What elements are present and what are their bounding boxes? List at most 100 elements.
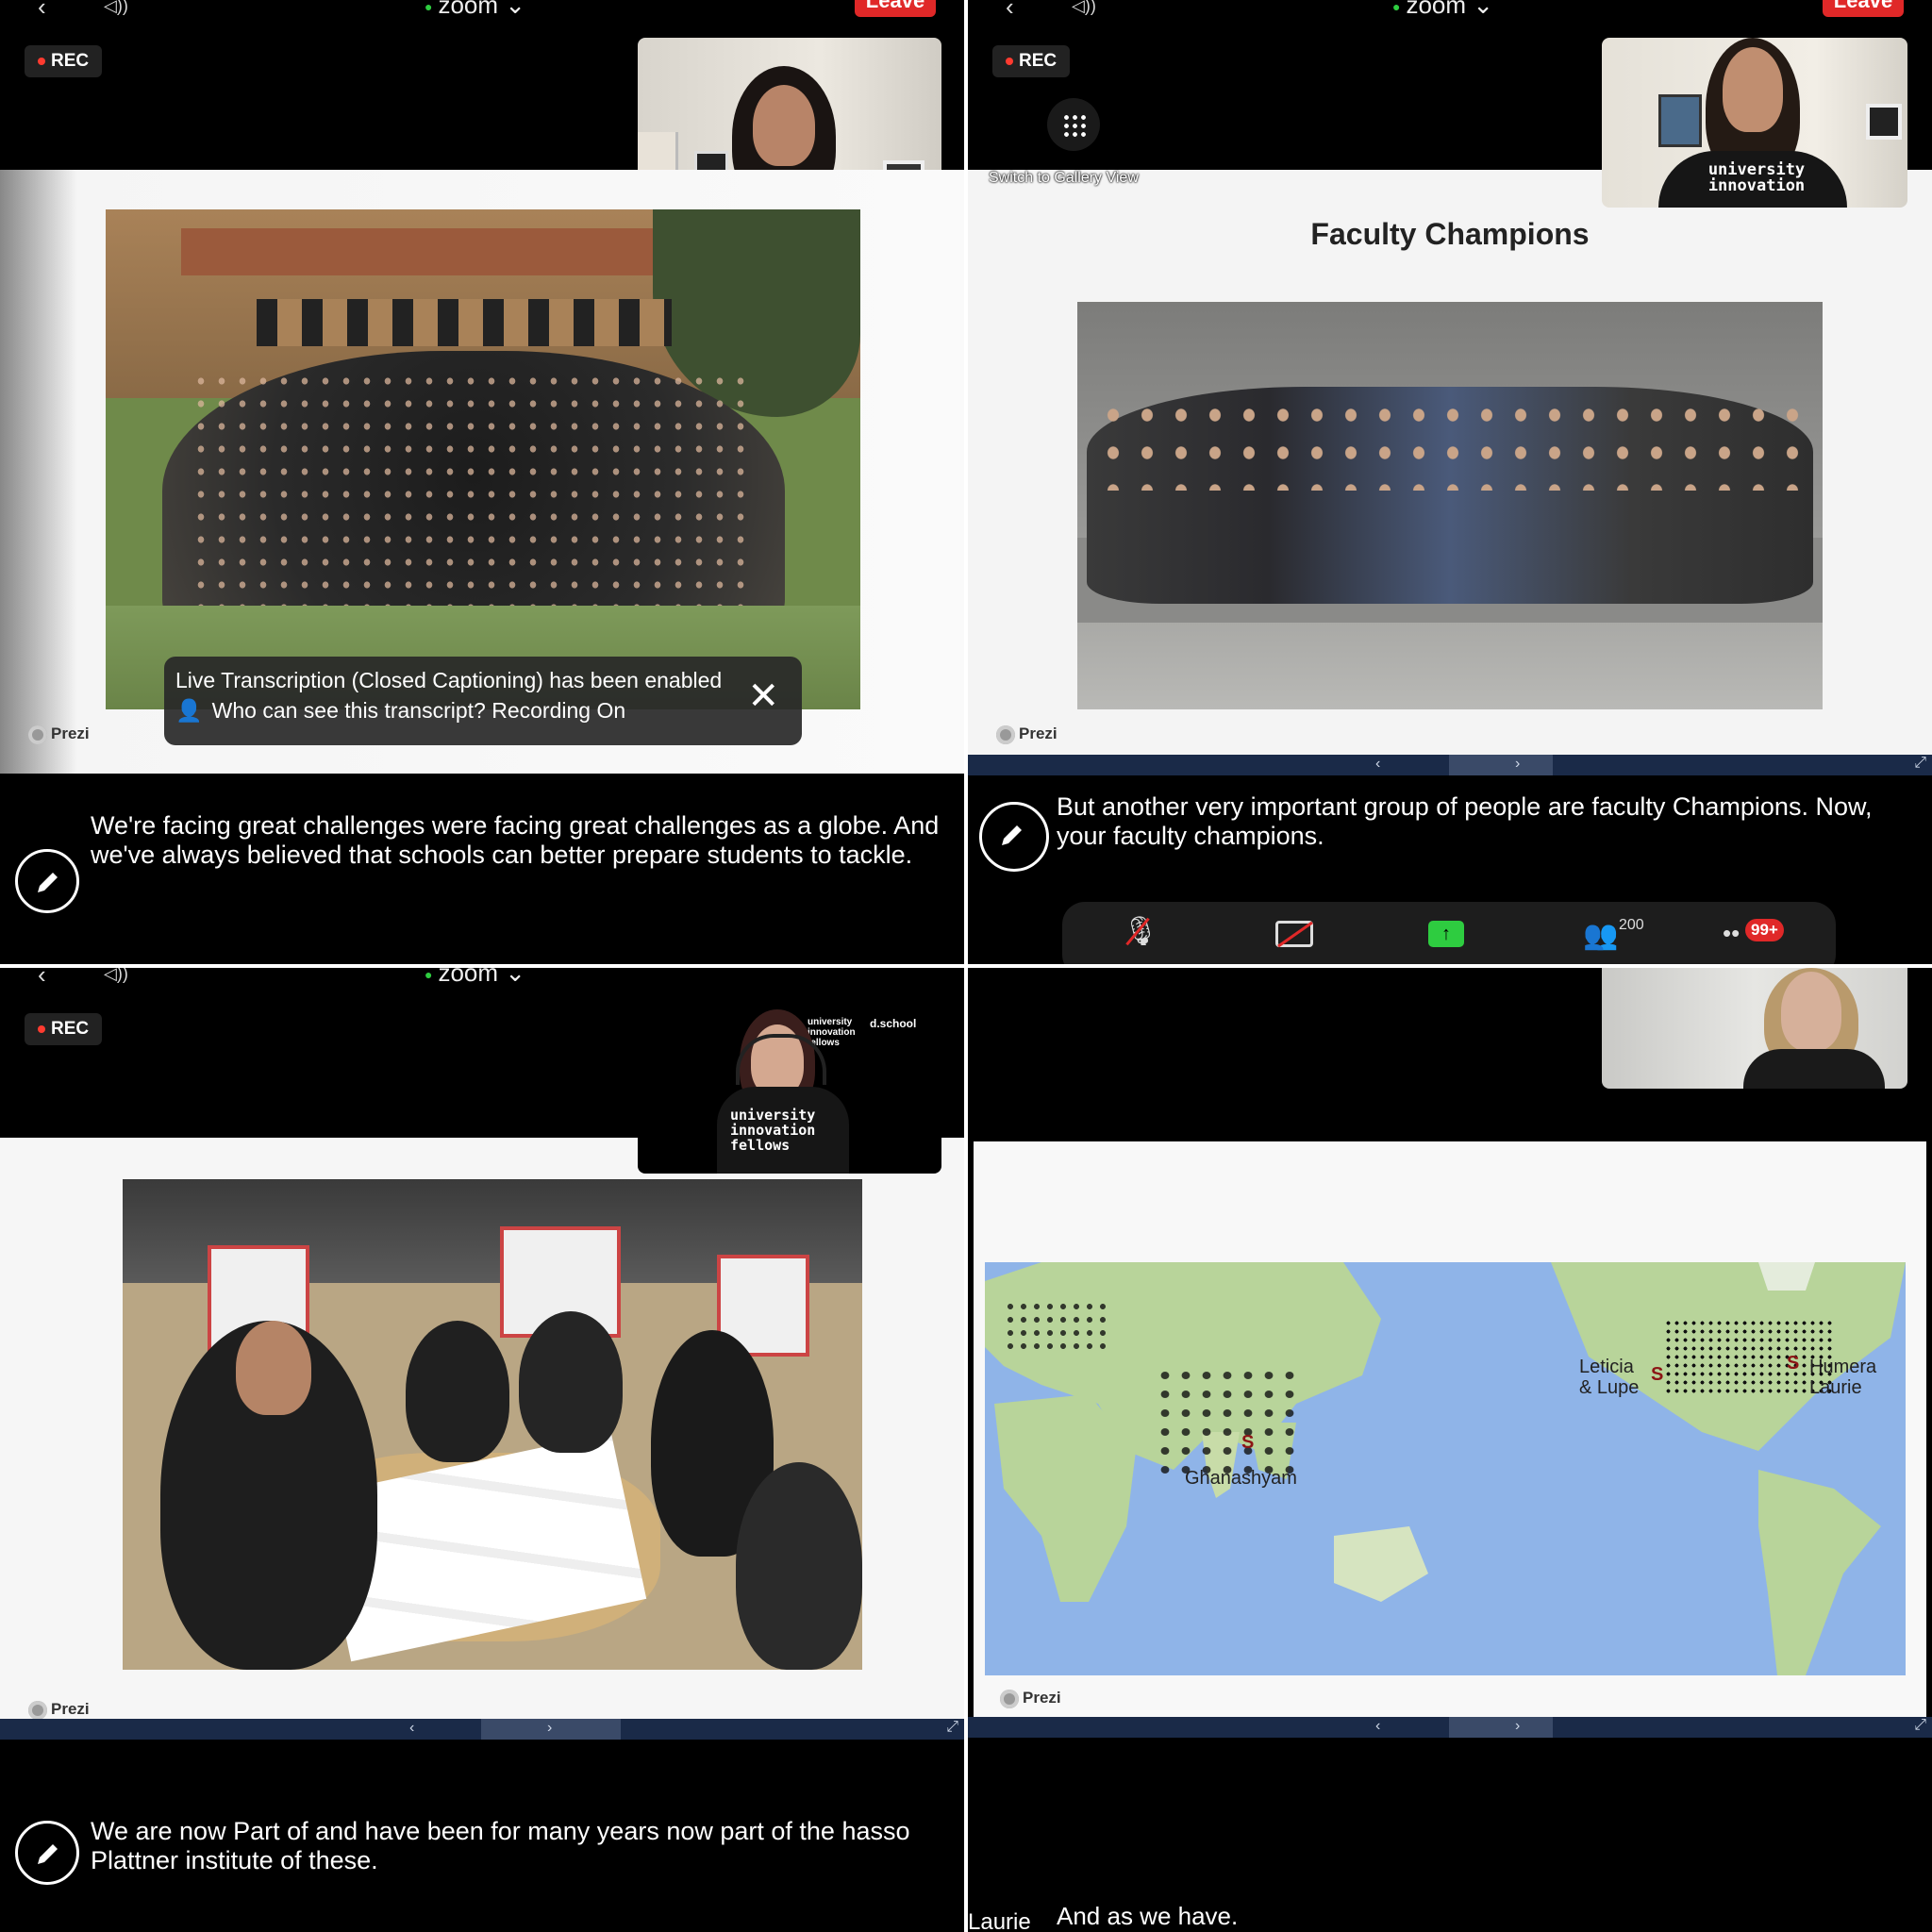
slide-title: Faculty Champions (1310, 217, 1590, 251)
slide-area: Prezi (0, 1138, 964, 1719)
speaker-shirt: university innovation (1658, 151, 1847, 208)
edit-caption-button[interactable] (979, 802, 1049, 872)
close-icon[interactable]: ✕ (747, 677, 779, 715)
fullscreen-icon[interactable]: ⤢ (1914, 755, 1926, 772)
next-slide-icon[interactable]: › (1515, 756, 1520, 773)
workshop-photo (123, 1179, 862, 1670)
mute-icon[interactable]: 🎙 (1123, 915, 1158, 948)
prev-slide-icon[interactable]: ‹ (409, 1720, 414, 1737)
rec-badge: REC (25, 45, 103, 77)
speaker-face (1781, 972, 1841, 1051)
start-video-icon[interactable] (1275, 921, 1313, 948)
group-photo (106, 209, 860, 709)
shirt-text: university innovation (1707, 160, 1806, 195)
uif-logo-text: university innovation fellows (808, 1017, 856, 1048)
prezi-icon (28, 724, 47, 744)
next-slide-icon[interactable]: › (1515, 1718, 1520, 1735)
prezi-logo: Prezi (28, 1700, 90, 1719)
notification-badge: 99+ (1745, 919, 1784, 941)
speaker-face (1723, 47, 1783, 132)
shirt-text: university innovation fellows (730, 1107, 816, 1154)
stanford-pin-icon: S (1651, 1364, 1664, 1385)
speaker-icon[interactable]: ◁)) (1072, 0, 1096, 14)
speaker-icon[interactable]: ◁)) (104, 968, 128, 982)
speaker-video[interactable]: university innovation (1602, 38, 1907, 208)
rec-dot-icon (38, 57, 45, 65)
back-icon[interactable]: ‹ (38, 968, 46, 987)
app-title: ● zoom ⌄ (425, 968, 526, 987)
caption-panel: Laurie And as we have. (968, 1738, 1932, 1932)
participant-face (236, 1321, 311, 1415)
map-label-humera: Humera Laurie (1809, 1357, 1877, 1398)
wall-frame (1658, 94, 1702, 147)
rec-dot-icon (38, 1024, 45, 1033)
nav-center (1449, 1717, 1553, 1738)
slide-area: Live Transcription (Closed Captioning) h… (0, 170, 964, 774)
speaker-video[interactable]: university innovation fellows d.school u… (638, 968, 941, 1174)
europe-markers (1004, 1300, 1108, 1357)
caption-text: We're facing great challenges were facin… (91, 811, 940, 869)
more-icon[interactable]: •• (1723, 919, 1740, 948)
zoom-window-2: ‹ ◁)) ● zoom ⌄ Leave REC Switch to Galler… (968, 0, 1932, 964)
stanford-pin-icon: S (1241, 1432, 1255, 1453)
fullscreen-icon[interactable]: ⤢ (946, 1719, 958, 1736)
caption-speaker: Laurie (968, 1909, 1031, 1932)
group-faces (1096, 396, 1804, 491)
prezi-logo: Prezi (996, 724, 1058, 744)
participant (519, 1311, 623, 1453)
map-label-leticia: Leticia & Lupe (1579, 1357, 1640, 1398)
prev-slide-icon[interactable]: ‹ (1375, 756, 1380, 773)
prezi-icon (996, 724, 1015, 744)
zoom-window-3: ‹ ◁)) ●zoom ⌄ Leave REC Prezi university… (0, 968, 964, 1932)
edit-caption-button[interactable] (15, 849, 79, 913)
back-icon[interactable]: ‹ (1006, 0, 1014, 19)
australia-landmass (1334, 1526, 1428, 1602)
participants-icon[interactable]: 👥 (1583, 919, 1618, 952)
caption-panel: We are now Part of and have been for man… (0, 1740, 964, 1932)
speaker-video[interactable] (1602, 968, 1907, 1089)
prezi-logo: Prezi (1000, 1689, 1061, 1708)
caption-text: And as we have. (1057, 1902, 1239, 1930)
slide-area: Switch to Gallery View Faculty Champions… (968, 170, 1932, 755)
pencil-icon (38, 1844, 58, 1864)
rec-badge: REC (25, 1013, 103, 1045)
speaker-shirt: university innovation fellows (717, 1087, 849, 1174)
speaker-icon[interactable]: ◁)) (104, 0, 128, 14)
caption-panel: We're facing great challenges were facin… (0, 774, 964, 964)
next-slide-icon[interactable]: › (547, 1720, 552, 1737)
toast-line-1: Live Transcription (Closed Captioning) h… (175, 668, 723, 692)
share-screen-icon[interactable]: ↑ (1428, 921, 1464, 947)
zoom-window-4: Leticia & Lupe Humera Laurie Ghanashyam … (968, 968, 1932, 1932)
toast-line-2: 👤 Who can see this transcript? Recording … (175, 698, 625, 724)
edit-caption-button[interactable] (15, 1821, 79, 1885)
window-row (257, 299, 672, 346)
rec-dot-icon (1006, 57, 1013, 65)
slide-area: Leticia & Lupe Humera Laurie Ghanashyam … (974, 1141, 1926, 1717)
asia-markers (1155, 1366, 1296, 1479)
gallery-view-label: Switch to Gallery View (989, 170, 1139, 186)
zoom-window-1: ‹ ◁)) ● zoom ⌄ Leave REC Live Transcripti… (0, 0, 964, 964)
leave-button[interactable]: Leave (1823, 0, 1904, 17)
meeting-toolbar: 🎙 ↑ 👥 200 •• 99+ (1062, 902, 1836, 964)
transcription-toast: Live Transcription (Closed Captioning) h… (164, 657, 802, 745)
app-title: ● zoom ⌄ (1392, 0, 1494, 19)
slide-nav: ‹ › ⤢ (968, 1717, 1932, 1738)
nav-center (1449, 755, 1553, 775)
top-bar: ‹ ◁)) ●zoom ⌄ Leave (0, 0, 964, 32)
map-label-ghanashyam: Ghanashyam (1185, 1468, 1297, 1489)
prezi-icon (1000, 1689, 1019, 1708)
world-map: Leticia & Lupe Humera Laurie Ghanashyam … (985, 1262, 1906, 1675)
caption-text: But another very important group of peop… (1057, 792, 1873, 850)
speaker-face (753, 85, 815, 166)
leave-button[interactable]: Leave (855, 0, 936, 17)
toast-link[interactable]: Who can see this transcript? Recording O… (212, 698, 625, 723)
prev-slide-icon[interactable]: ‹ (1375, 1718, 1380, 1735)
fullscreen-icon[interactable]: ⤢ (1914, 1717, 1926, 1734)
slide-nav: ‹ › ⤢ (0, 1719, 964, 1740)
caption-panel: But another very important group of peop… (968, 775, 1932, 964)
caption-text: We are now Part of and have been for man… (91, 1817, 910, 1874)
prezi-logo: Prezi (28, 724, 90, 744)
gallery-view-button[interactable] (1047, 98, 1100, 151)
stanford-pin-icon: S (1787, 1353, 1800, 1374)
back-icon[interactable]: ‹ (38, 0, 46, 19)
